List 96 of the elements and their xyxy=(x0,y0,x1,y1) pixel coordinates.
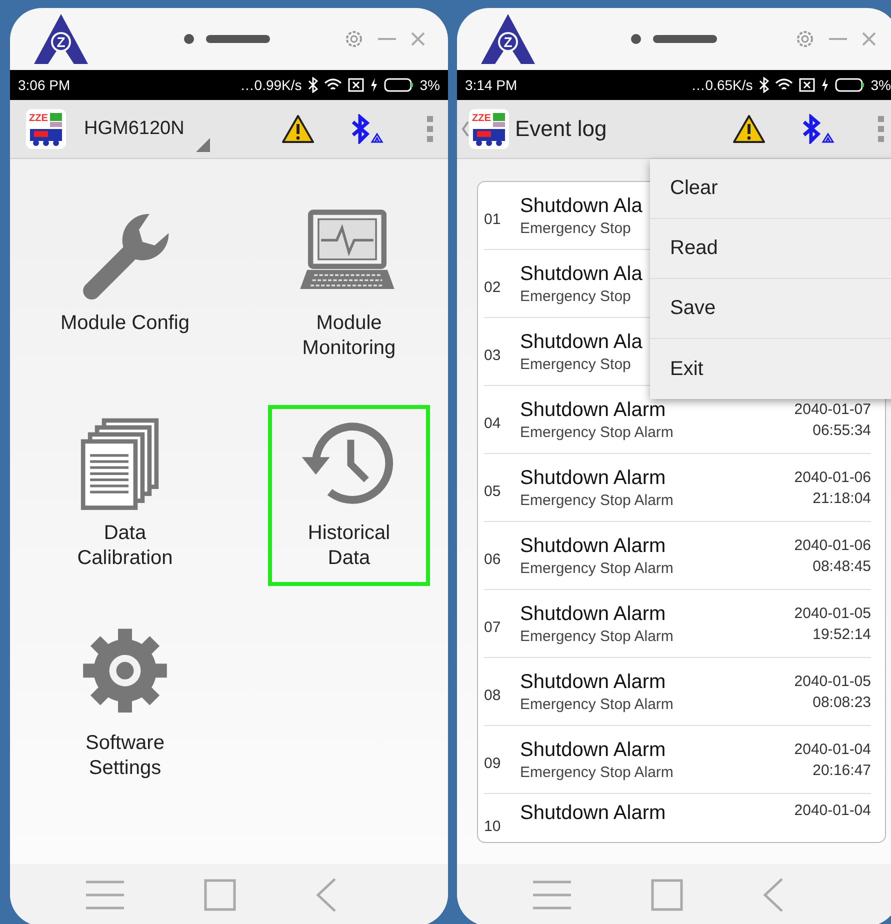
event-number: 04 xyxy=(484,415,502,432)
event-title: Shutdown Ala xyxy=(520,194,642,218)
event-title: Shutdown Alarm xyxy=(520,602,667,626)
network-speed: …0.99K/s xyxy=(240,77,302,93)
speaker-bar xyxy=(206,35,270,43)
status-time: 3:06 PM xyxy=(18,77,70,93)
menu-icon[interactable] xyxy=(86,880,124,910)
event-date: 2040-01-07 xyxy=(794,400,871,418)
status-time: 3:14 PM xyxy=(465,77,518,93)
settings-icon[interactable] xyxy=(344,29,364,49)
settings-icon[interactable] xyxy=(795,29,815,49)
event-date: 2040-01-06 xyxy=(794,536,871,554)
bluetooth-icon xyxy=(758,77,769,93)
event-description: Emergency Stop Alarm xyxy=(520,696,674,712)
close-icon[interactable] xyxy=(410,31,426,47)
event-date: 2040-01-04 xyxy=(794,802,871,819)
event-title: Shutdown Alarm xyxy=(520,534,667,558)
camera-dot xyxy=(184,34,194,44)
menu-item[interactable]: Clear xyxy=(650,159,891,219)
bluetooth-icon[interactable] xyxy=(350,114,384,144)
sim-icon xyxy=(348,78,364,92)
event-number: 01 xyxy=(484,211,502,228)
dropdown-icon[interactable] xyxy=(196,138,210,152)
event-time: 08:08:23 xyxy=(812,694,871,710)
event-title: Shutdown Ala xyxy=(520,330,642,354)
event-description: Emergency Stop Alarm xyxy=(520,560,674,576)
logo: Z xyxy=(481,14,535,64)
event-time: 06:55:34 xyxy=(812,422,871,438)
event-title: Shutdown Alarm xyxy=(520,466,667,490)
camera-dot xyxy=(631,34,641,44)
event-date: 2040-01-05 xyxy=(794,604,871,622)
speaker-bar xyxy=(653,35,717,43)
back-icon[interactable] xyxy=(316,878,336,912)
menu-item[interactable]: Read xyxy=(650,219,891,279)
menu-tile[interactable]: Module Monitoring xyxy=(268,195,430,376)
network-speed: …0.65K/s xyxy=(691,77,753,93)
event-number: 06 xyxy=(484,551,502,568)
event-date: 2040-01-04 xyxy=(794,740,871,758)
menu-icon[interactable] xyxy=(533,880,571,910)
menu-tile[interactable]: Historical Data xyxy=(268,405,430,586)
event-description: Emergency Stop xyxy=(520,356,632,372)
event-time: 21:18:04 xyxy=(812,490,871,506)
event-number: 03 xyxy=(484,347,502,364)
app-title: Event log xyxy=(515,116,607,142)
battery-percent: 3% xyxy=(420,77,440,93)
menu-tile[interactable]: Software Settings xyxy=(44,615,206,796)
home-icon[interactable] xyxy=(651,879,683,911)
event-number: 05 xyxy=(484,483,502,500)
event-time: 08:48:45 xyxy=(812,558,871,574)
event-description: Emergency Stop xyxy=(520,220,632,236)
charging-icon xyxy=(820,78,829,92)
warning-icon[interactable] xyxy=(733,115,765,143)
back-icon[interactable] xyxy=(461,121,469,137)
event-description: Emergency Stop Alarm xyxy=(520,492,674,508)
event-description: Emergency Stop Alarm xyxy=(520,424,674,440)
menu-tile[interactable]: Data Calibration xyxy=(44,405,206,586)
minimize-icon[interactable] xyxy=(378,37,396,41)
wifi-icon xyxy=(324,78,342,92)
back-icon[interactable] xyxy=(763,878,783,912)
event-title: Shutdown Alarm xyxy=(520,670,667,694)
warning-icon[interactable] xyxy=(282,115,314,143)
event-title: Shutdown Alarm xyxy=(520,738,667,762)
battery-icon xyxy=(384,78,414,92)
app-logo[interactable]: ZZE xyxy=(26,109,66,149)
event-title: Shutdown Alarm xyxy=(520,398,667,422)
event-title: Shutdown Alarm xyxy=(520,802,666,825)
home-icon[interactable] xyxy=(204,879,236,911)
event-number: 07 xyxy=(484,619,502,636)
event-date: 2040-01-05 xyxy=(794,672,871,690)
event-number: 08 xyxy=(484,687,502,704)
event-description: Emergency Stop Alarm xyxy=(520,764,674,780)
event-description: Emergency Stop Alarm xyxy=(520,628,674,644)
event-time: 19:52:14 xyxy=(812,626,871,642)
overflow-menu-icon[interactable] xyxy=(426,115,434,143)
bluetooth-icon[interactable] xyxy=(801,114,835,144)
sim-icon xyxy=(798,78,815,92)
close-icon[interactable] xyxy=(861,31,877,47)
charging-icon xyxy=(370,78,378,92)
menu-item[interactable]: Save xyxy=(650,279,891,339)
event-number: 09 xyxy=(484,755,502,772)
event-title: Shutdown Ala xyxy=(520,262,642,286)
event-time: 20:16:47 xyxy=(812,762,871,778)
event-number: 02 xyxy=(484,279,502,296)
overflow-menu-icon[interactable] xyxy=(877,115,885,143)
app-title: HGM6120N xyxy=(84,118,184,140)
event-description: Emergency Stop xyxy=(520,288,632,304)
app-logo[interactable]: ZZE xyxy=(469,109,509,149)
minimize-icon[interactable] xyxy=(829,37,847,41)
wifi-icon xyxy=(774,78,793,92)
menu-tile[interactable]: Module Config xyxy=(44,195,206,376)
event-number: 10 xyxy=(484,818,502,835)
bluetooth-icon xyxy=(308,77,318,93)
battery-percent: 3% xyxy=(870,77,891,93)
logo: Z xyxy=(34,14,88,64)
battery-icon xyxy=(834,78,865,92)
event-date: 2040-01-06 xyxy=(794,468,871,486)
